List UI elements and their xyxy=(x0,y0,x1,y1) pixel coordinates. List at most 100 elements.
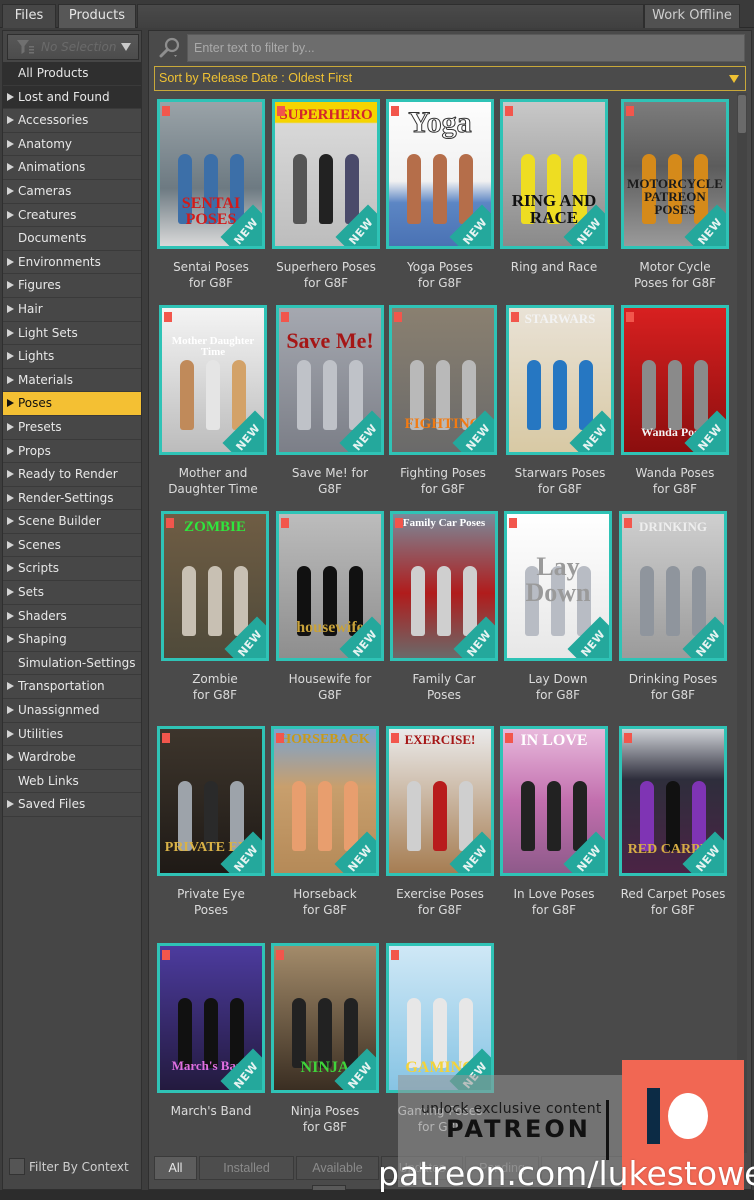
sidebar-item-presets[interactable]: Presets xyxy=(3,415,141,440)
product-thumbnail[interactable]: PRIVATE EYE NEW xyxy=(157,726,265,876)
expand-arrow-icon[interactable] xyxy=(7,186,14,195)
expand-arrow-icon[interactable] xyxy=(7,635,14,644)
sort-dropdown[interactable]: Sort by Release Date : Oldest First xyxy=(154,66,746,91)
product-tile[interactable]: MOTORCYCLE PATREON POSES NEW Motor Cycle Po… xyxy=(621,99,729,291)
sidebar-item-lights[interactable]: Lights xyxy=(3,345,141,369)
expand-arrow-icon[interactable] xyxy=(7,588,14,597)
product-tile[interactable]: Yoga NEW Yoga Poses for G8F xyxy=(386,99,494,291)
product-tile[interactable]: RING AND RACE NEW Ring and Race xyxy=(500,99,608,275)
product-tile[interactable]: STARWARS NEW Starwars Poses for G8F xyxy=(506,305,614,497)
tab-installed[interactable]: Installed xyxy=(199,1156,294,1180)
sidebar-item-web-links[interactable]: Web Links xyxy=(3,769,141,794)
expand-arrow-icon[interactable] xyxy=(7,729,14,738)
product-thumbnail[interactable]: SENTAI POSES NEW xyxy=(157,99,265,249)
expand-arrow-icon[interactable] xyxy=(7,304,14,313)
expand-arrow-icon[interactable] xyxy=(7,564,14,573)
sidebar-item-sets[interactable]: Sets xyxy=(3,581,141,605)
expand-arrow-icon[interactable] xyxy=(7,399,14,408)
product-thumbnail[interactable]: Wanda Poses NEW xyxy=(621,305,729,455)
product-thumbnail[interactable]: Mother Daughter Time NEW xyxy=(159,305,267,455)
expand-arrow-icon[interactable] xyxy=(7,540,14,549)
product-label[interactable]: Family Car Poses xyxy=(390,671,498,703)
sidebar-item-saved-files[interactable]: Saved Files xyxy=(3,793,141,817)
expand-arrow-icon[interactable] xyxy=(7,611,14,620)
product-tile[interactable]: NINJA NEW Ninja Poses for G8F xyxy=(271,943,379,1135)
product-label[interactable]: Red Carpet Poses for G8F xyxy=(619,886,727,918)
expand-arrow-icon[interactable] xyxy=(7,493,14,502)
sidebar-item-shaping[interactable]: Shaping xyxy=(3,628,141,652)
product-label[interactable]: Zombie for G8F xyxy=(161,671,269,703)
product-label[interactable]: Yoga Poses for G8F xyxy=(386,259,494,291)
search-icon[interactable] xyxy=(159,37,181,59)
sidebar-item-render-settings[interactable]: Render-Settings xyxy=(3,486,141,511)
scrollbar-handle[interactable] xyxy=(738,95,746,133)
product-tile[interactable]: Save Me! NEW Save Me! for G8F xyxy=(276,305,384,497)
product-thumbnail[interactable]: STARWARS NEW xyxy=(506,305,614,455)
product-label[interactable]: Drinking Poses for G8F xyxy=(619,671,727,703)
expand-arrow-icon[interactable] xyxy=(7,257,14,266)
filter-by-context-checkbox[interactable]: Filter By Context xyxy=(9,1158,129,1175)
product-tile[interactable]: housewife NEW Housewife for G8F xyxy=(276,511,384,703)
expand-arrow-icon[interactable] xyxy=(7,470,14,479)
sidebar-item-documents[interactable]: Documents xyxy=(3,227,141,251)
expand-arrow-icon[interactable] xyxy=(7,328,14,337)
sidebar-item-figures[interactable]: Figures xyxy=(3,274,141,298)
vertical-scrollbar[interactable] xyxy=(737,93,747,1153)
product-tile[interactable]: EXERCISE! NEW Exercise Poses for G8F xyxy=(386,726,494,918)
product-thumbnail[interactable]: IN LOVE NEW xyxy=(500,726,608,876)
sidebar-item-cameras[interactable]: Cameras xyxy=(3,179,141,204)
product-tile[interactable]: Lay Down NEW Lay Down for G8F xyxy=(504,511,612,703)
product-label[interactable]: Housewife for G8F xyxy=(276,671,384,703)
product-tile[interactable]: ZOMBIE NEW Zombie for G8F xyxy=(161,511,269,703)
product-tile[interactable]: Family Car Poses NEW Family Car Poses xyxy=(390,511,498,703)
product-thumbnail[interactable]: Family Car Poses NEW xyxy=(390,511,498,661)
sidebar-item-animations[interactable]: Animations xyxy=(3,156,141,180)
expand-arrow-icon[interactable] xyxy=(7,139,14,148)
product-thumbnail[interactable]: EXERCISE! NEW xyxy=(386,726,494,876)
product-thumbnail[interactable]: SUPERHERO NEW xyxy=(272,99,380,249)
product-tile[interactable]: March's Band NEW March's Band xyxy=(157,943,265,1119)
sidebar-item-utilities[interactable]: Utilities xyxy=(3,722,141,747)
product-label[interactable]: Superhero Poses for G8F xyxy=(272,259,380,291)
expand-arrow-icon[interactable] xyxy=(7,446,14,455)
product-thumbnail[interactable]: Lay Down NEW xyxy=(504,511,612,661)
product-thumbnail[interactable]: FIGHTING NEW xyxy=(389,305,497,455)
product-thumbnail[interactable]: Yoga NEW xyxy=(386,99,494,249)
product-tile[interactable]: HORSEBACK NEW Horseback for G8F xyxy=(271,726,379,918)
product-thumbnail[interactable]: Save Me! NEW xyxy=(276,305,384,455)
expand-arrow-icon[interactable] xyxy=(7,163,14,172)
expand-arrow-icon[interactable] xyxy=(7,92,14,101)
product-tile[interactable]: Mother Daughter Time NEW Mother and Daughte… xyxy=(159,305,267,497)
product-thumbnail[interactable]: HORSEBACK NEW xyxy=(271,726,379,876)
product-tile[interactable]: SENTAI POSES NEW Sentai Poses for G8F xyxy=(157,99,265,291)
expand-arrow-icon[interactable] xyxy=(7,281,14,290)
product-tile[interactable]: IN LOVE NEW In Love Poses for G8F xyxy=(500,726,608,918)
product-thumbnail[interactable]: RING AND RACE NEW xyxy=(500,99,608,249)
work-offline-button[interactable]: Work Offline xyxy=(644,4,740,28)
product-label[interactable]: March's Band xyxy=(157,1103,265,1119)
product-tile[interactable]: Wanda Poses NEW Wanda Poses for G8F xyxy=(621,305,729,497)
product-thumbnail[interactable]: ZOMBIE NEW xyxy=(161,511,269,661)
product-thumbnail[interactable]: March's Band NEW xyxy=(157,943,265,1093)
sidebar-item-scenes[interactable]: Scenes xyxy=(3,533,141,558)
checkbox-icon[interactable] xyxy=(9,1158,25,1175)
expand-arrow-icon[interactable] xyxy=(7,210,14,219)
sidebar-item-props[interactable]: Props xyxy=(3,439,141,464)
expand-arrow-icon[interactable] xyxy=(7,422,14,431)
expand-arrow-icon[interactable] xyxy=(7,753,14,762)
filter-dropdown[interactable]: No Selection xyxy=(7,34,139,60)
sidebar-item-poses[interactable]: Poses xyxy=(3,392,141,416)
sidebar-item-materials[interactable]: Materials xyxy=(3,368,141,393)
product-label[interactable]: Lay Down for G8F xyxy=(504,671,612,703)
expand-arrow-icon[interactable] xyxy=(7,116,14,125)
expand-arrow-icon[interactable] xyxy=(7,517,14,526)
sidebar-item-scene-builder[interactable]: Scene Builder xyxy=(3,510,141,534)
sidebar-item-anatomy[interactable]: Anatomy xyxy=(3,132,141,157)
product-thumbnail[interactable]: housewife NEW xyxy=(276,511,384,661)
search-input[interactable] xyxy=(187,34,745,62)
sidebar-item-simulation-settings[interactable]: Simulation-Settings xyxy=(3,651,141,676)
product-tile[interactable]: PRIVATE EYE NEW Private Eye Poses xyxy=(157,726,265,918)
product-thumbnail[interactable]: RED CARPET NEW xyxy=(619,726,727,876)
product-label[interactable]: Ninja Poses for G8F xyxy=(271,1103,379,1135)
product-label[interactable]: Sentai Poses for G8F xyxy=(157,259,265,291)
